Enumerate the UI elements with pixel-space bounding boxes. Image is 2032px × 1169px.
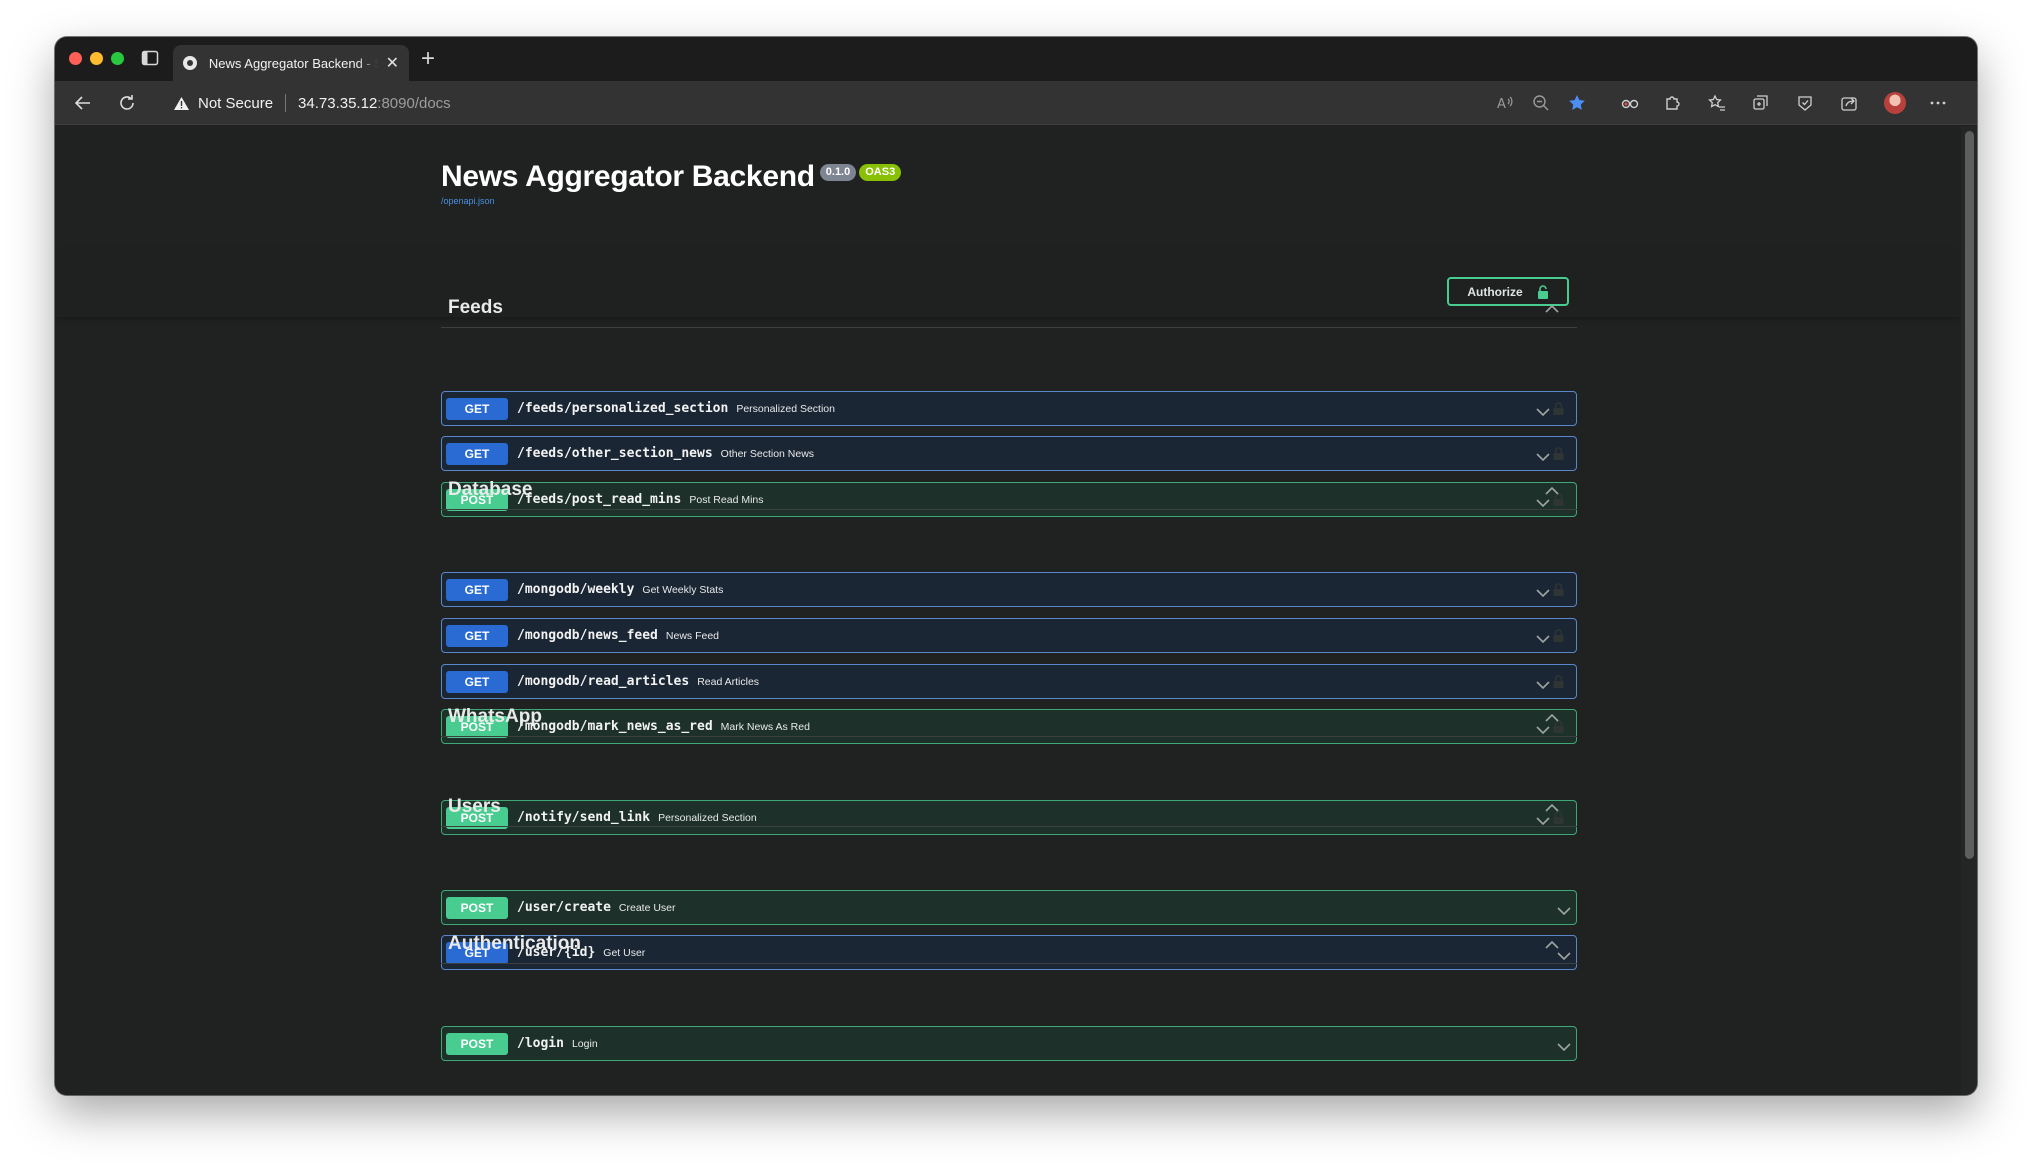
extensions-puzzle-icon[interactable]	[1663, 93, 1683, 113]
profile-avatar[interactable]	[1884, 92, 1906, 114]
lock-icon[interactable]	[1553, 675, 1564, 688]
back-arrow-icon[interactable]	[73, 93, 93, 113]
method-badge: GET	[446, 442, 508, 465]
operation-summary: Read Articles	[697, 675, 760, 688]
operation-path: /mongodb/weekly	[517, 582, 635, 597]
browser-window: News Aggregator Backend - Swagger UI ✕ +…	[55, 37, 1977, 1095]
opblock-get[interactable]: GET/mongodb/news_feed News Feed	[441, 618, 1577, 653]
tab-close-icon[interactable]: ✕	[386, 53, 399, 73]
chevron-up-icon[interactable]	[1545, 937, 1559, 949]
method-badge: GET	[446, 578, 508, 601]
oas-badge: OAS3	[859, 164, 902, 181]
favorites-list-icon[interactable]	[1707, 93, 1727, 113]
operation-summary: News Feed	[665, 629, 719, 642]
opblock-get[interactable]: GET/mongodb/weekly Get Weekly Stats	[441, 572, 1577, 607]
chevron-up-icon[interactable]	[1545, 800, 1559, 812]
zoom-out-icon[interactable]	[1531, 93, 1551, 113]
api-info: News Aggregator Backend 0.1.0 OAS3 /openap…	[441, 160, 902, 206]
chevron-up-icon[interactable]	[1545, 710, 1559, 722]
lock-icon[interactable]	[1553, 402, 1564, 415]
tab-strip: News Aggregator Backend - Swagger UI ✕ +	[55, 37, 1977, 81]
tag-section-feeds[interactable]: Feeds	[441, 289, 1577, 328]
tag-section-database[interactable]: Database	[441, 471, 1577, 510]
chevron-up-icon[interactable]	[1545, 483, 1559, 495]
chevron-up-icon[interactable]	[1545, 301, 1559, 313]
url-path: :8090/docs	[377, 94, 451, 112]
new-tab-button[interactable]: +	[421, 45, 435, 73]
address-separator	[285, 94, 287, 112]
collections-icon[interactable]	[1751, 93, 1771, 113]
operation-summary: Get Weekly Stats	[642, 583, 724, 596]
operation-summary: Personalized Section	[736, 402, 835, 415]
method-badge: GET	[446, 670, 508, 693]
tag-section-users[interactable]: Users	[441, 788, 1577, 827]
api-title: News Aggregator Backend	[441, 160, 815, 193]
opblock-get[interactable]: GET/feeds/personalized_section Personaliz…	[441, 391, 1577, 426]
address-bar[interactable]: Not Secure 34.73.35.12:8090/docs	[155, 87, 1695, 119]
tag-name: Feeds	[448, 297, 503, 318]
tag-name: WhatsApp	[448, 706, 542, 727]
svg-text:A: A	[1497, 97, 1506, 112]
read-aloud-icon[interactable]: A	[1495, 93, 1515, 113]
favorite-star-icon[interactable]	[1567, 93, 1587, 113]
scrollbar-thumb[interactable]	[1965, 131, 1974, 859]
browser-tab[interactable]: News Aggregator Backend - Swagger UI ✕	[173, 45, 409, 81]
chevron-down-icon[interactable]	[1536, 631, 1550, 644]
operation-summary: Other Section News	[720, 447, 815, 460]
method-badge: GET	[446, 624, 508, 647]
lock-icon[interactable]	[1553, 447, 1564, 460]
method-badge: POST	[446, 1032, 508, 1055]
maximize-window-button[interactable]	[111, 52, 124, 65]
openapi-json-link[interactable]: /openapi.json	[441, 196, 901, 206]
chevron-down-icon[interactable]	[1536, 449, 1550, 462]
url-host: 34.73.35.12	[298, 94, 378, 112]
chevron-down-icon[interactable]	[1536, 585, 1550, 598]
close-window-button[interactable]	[69, 52, 82, 65]
lock-icon[interactable]	[1553, 629, 1564, 642]
browser-toolbar: Not Secure 34.73.35.12:8090/docs A	[55, 81, 1977, 125]
tag-section-whatsapp[interactable]: WhatsApp	[441, 698, 1577, 737]
opblock-post[interactable]: POST/login Login	[441, 1026, 1577, 1061]
tab-title: News Aggregator Backend - Swagger UI	[208, 55, 378, 71]
operation-path: /mongodb/read_articles	[517, 674, 690, 689]
chevron-down-icon[interactable]	[1536, 677, 1550, 690]
share-icon[interactable]	[1839, 93, 1859, 113]
chevron-down-icon[interactable]	[1536, 404, 1550, 417]
operation-summary: Create User	[618, 901, 676, 914]
tag-name: Database	[448, 479, 533, 500]
more-menu-icon[interactable]	[1928, 93, 1948, 113]
chevron-down-icon[interactable]	[1557, 1039, 1571, 1052]
swagger-page: News Aggregator Backend 0.1.0 OAS3 /openap…	[55, 126, 1961, 1095]
operation-path: /mongodb/news_feed	[517, 628, 658, 643]
tag-name: Users	[448, 796, 501, 817]
tab-actions-icon[interactable]	[141, 50, 159, 66]
warning-icon	[174, 96, 189, 110]
browser-essentials-icon[interactable]	[1620, 93, 1640, 113]
method-badge: GET	[446, 397, 508, 420]
tag-name: Authentication	[448, 933, 581, 954]
operation-path: /user/create	[517, 900, 611, 915]
window-controls	[69, 52, 124, 65]
version-badge: 0.1.0	[819, 164, 857, 181]
operation-path: /login	[517, 1036, 564, 1051]
refresh-icon[interactable]	[117, 93, 137, 113]
method-badge: POST	[446, 896, 508, 919]
swagger-favicon-icon	[183, 56, 197, 70]
minimize-window-button[interactable]	[90, 52, 103, 65]
operation-path: /feeds/other_section_news	[517, 446, 713, 461]
security-label[interactable]: Not Secure	[198, 95, 273, 112]
lock-icon[interactable]	[1553, 583, 1564, 596]
chevron-down-icon[interactable]	[1557, 903, 1571, 916]
operation-summary: Login	[571, 1037, 598, 1050]
operation-path: /feeds/personalized_section	[517, 401, 729, 416]
tag-section-authentication[interactable]: Authentication	[441, 925, 1577, 964]
opblock-post[interactable]: POST/user/create Create User	[441, 890, 1577, 925]
opblock-get[interactable]: GET/feeds/other_section_news Other Sectio…	[441, 436, 1577, 471]
opblock-get[interactable]: GET/mongodb/read_articles Read Articles	[441, 664, 1577, 699]
browser-essentials-heart-icon[interactable]	[1795, 93, 1815, 113]
